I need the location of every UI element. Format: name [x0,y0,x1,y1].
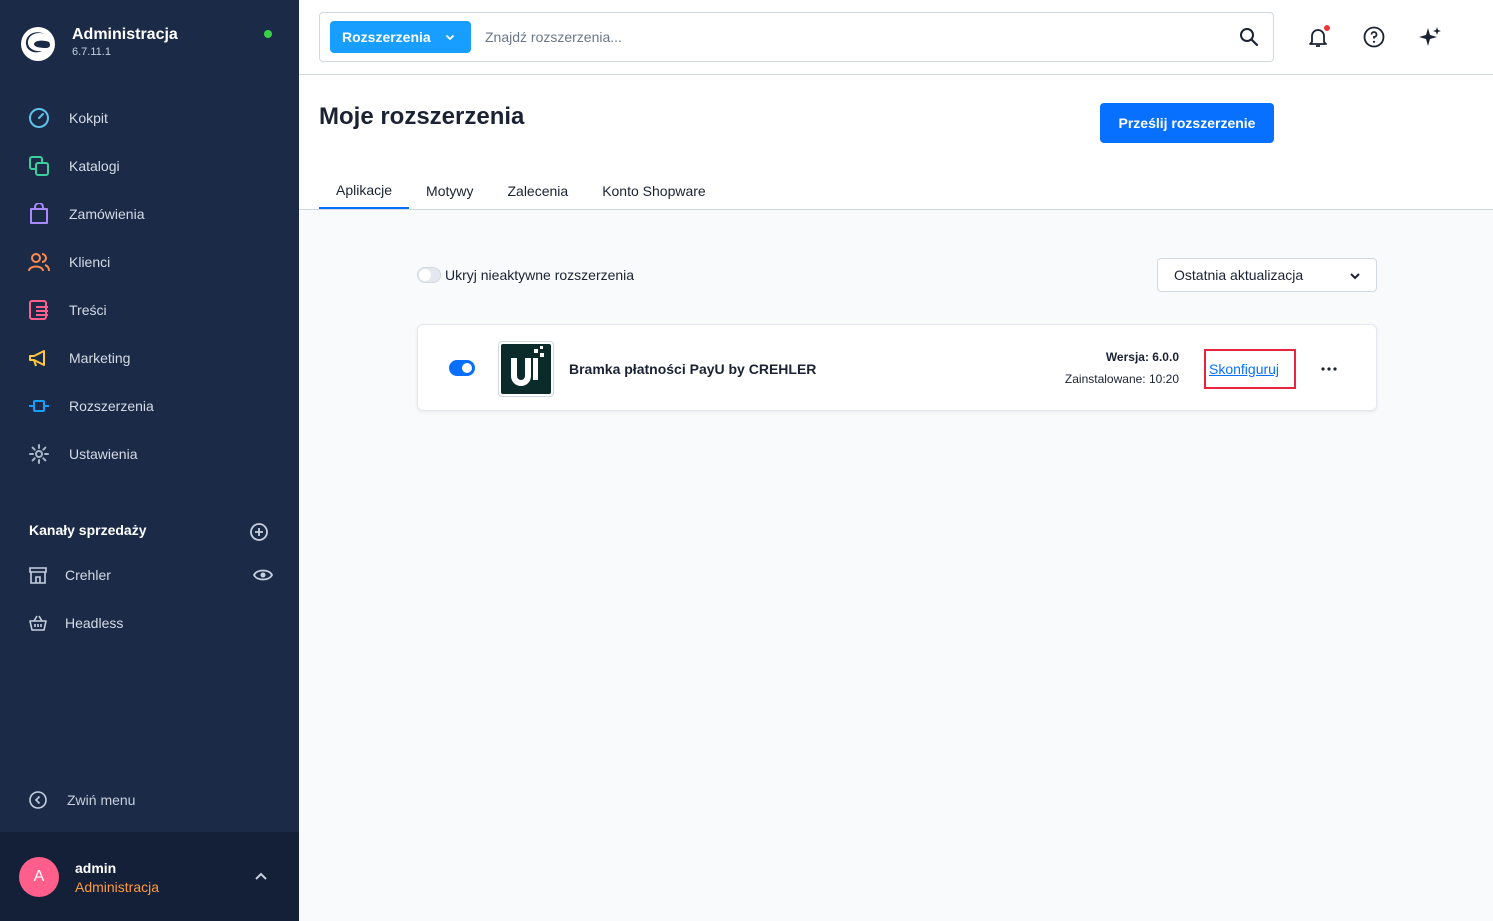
sidebar-item-marketing[interactable]: Marketing [0,334,299,382]
content-icon [28,299,50,321]
chevron-down-icon [445,34,455,41]
sidebar-item-customers[interactable]: Klienci [0,238,299,286]
search-input[interactable] [485,21,1225,53]
sidebar-item-content[interactable]: Treści [0,286,299,334]
sales-channel-label: Headless [65,615,124,631]
sidebar-item-label: Kokpit [69,110,108,126]
sales-channel-label: Crehler [65,567,111,583]
brand: Administracja 6.7.11.1 [20,22,280,66]
extensions-icon [28,395,50,417]
sidebar: Administracja 6.7.11.1 Kokpit Katalogi Z… [0,0,299,921]
sales-channel-crehler[interactable]: Crehler [28,561,273,589]
chevron-up-icon[interactable] [252,868,270,886]
upload-extension-button[interactable]: Prześlij rozszerzenie [1100,103,1274,143]
brand-version: 6.7.11.1 [72,46,111,58]
extension-version: Wersja: 6.0.0 [1106,350,1179,364]
extension-logo [498,341,554,397]
more-options-icon[interactable] [1318,359,1340,379]
sidebar-item-label: Ustawienia [69,446,138,462]
sales-channels-header: Kanały sprzedaży [29,520,269,542]
sidebar-item-settings[interactable]: Ustawienia [0,430,299,478]
shopware-logo-icon [21,27,55,61]
tab-recommendations[interactable]: Zalecenia [490,173,585,209]
user-role: Administracja [75,879,160,895]
page-header: Moje rozszerzenia Prześlij rozszerzenie … [299,75,1493,210]
sidebar-item-extensions[interactable]: Rozszerzenia [0,382,299,430]
brand-title: Administracja [72,26,178,43]
hide-inactive-label: Ukryj nieaktywne rozszerzenia [445,267,635,283]
search-type-label: Rozszerzenia [342,29,431,45]
customers-icon [28,251,50,273]
extension-name: Bramka płatności PayU by CREHLER [569,361,817,377]
installed-label: Zainstalowane: [1064,372,1146,386]
sidebar-item-label: Katalogi [69,158,120,174]
notification-badge [1324,25,1330,31]
eye-icon[interactable] [253,565,273,585]
hide-inactive-toggle[interactable] [417,267,441,283]
sales-channel-headless[interactable]: Headless [28,609,273,637]
extension-installed: Zainstalowane: 10:20 [1065,372,1179,386]
avatar: A [19,857,59,897]
version-value: 6.0.0 [1152,350,1179,364]
add-circle-icon[interactable] [249,522,269,542]
sidebar-item-catalogs[interactable]: Katalogi [0,142,299,190]
sort-select[interactable]: Ostatnia aktualizacja [1157,258,1377,292]
settings-icon [28,443,50,465]
tab-shopware-account[interactable]: Konto Shopware [585,173,723,209]
sidebar-item-orders[interactable]: Zamówienia [0,190,299,238]
sort-select-value: Ostatnia aktualizacja [1174,267,1304,283]
tab-themes[interactable]: Motywy [409,173,490,209]
dashboard-icon [28,107,50,129]
collapse-menu-button[interactable]: Zwiń menu [28,788,135,812]
extension-active-toggle[interactable] [449,360,475,376]
storefront-icon [28,565,48,585]
global-search: Rozszerzenia [319,12,1274,62]
help-icon[interactable] [1362,25,1386,49]
sidebar-item-label: Klienci [69,254,111,270]
tabs: Aplikacje Motywy Zalecenia Konto Shopwar… [319,173,723,210]
extension-card: Bramka płatności PayU by CREHLER Wersja:… [417,324,1377,411]
search-icon[interactable] [1239,27,1259,47]
marketing-icon [28,347,50,369]
sidebar-item-label: Marketing [69,350,131,366]
orders-icon [28,203,50,225]
installed-value: 10:20 [1148,372,1179,386]
filter-row: Ukryj nieaktywne rozszerzenia Ostatnia a… [417,258,1377,292]
user-name: admin [75,860,117,876]
status-indicator [264,30,272,38]
configure-highlight: Skonfiguruj [1204,349,1296,389]
payu-logo-icon [501,344,551,394]
version-label: Wersja: [1105,350,1149,364]
sidebar-item-label: Zamówienia [69,206,145,222]
chevron-left-circle-icon [28,790,48,810]
sparkle-icon[interactable] [1418,25,1442,49]
basket-icon [28,613,48,633]
sidebar-item-label: Treści [69,302,107,318]
sales-channels-title: Kanały sprzedaży [29,522,147,538]
main-navigation: Kokpit Katalogi Zamówienia Klienci Treśc… [0,94,299,478]
user-panel[interactable]: A admin Administracja [0,832,299,921]
chevron-down-icon [1350,273,1360,280]
sidebar-item-label: Rozszerzenia [69,398,154,414]
configure-link[interactable]: Skonfiguruj [1209,361,1279,377]
search-type-dropdown[interactable]: Rozszerzenia [330,21,471,53]
page-title: Moje rozszerzenia [319,103,525,130]
top-bar: Rozszerzenia [299,0,1493,75]
catalog-icon [28,155,50,177]
sidebar-item-dashboard[interactable]: Kokpit [0,94,299,142]
tab-apps[interactable]: Aplikacje [319,173,410,209]
collapse-menu-label: Zwiń menu [67,792,136,808]
